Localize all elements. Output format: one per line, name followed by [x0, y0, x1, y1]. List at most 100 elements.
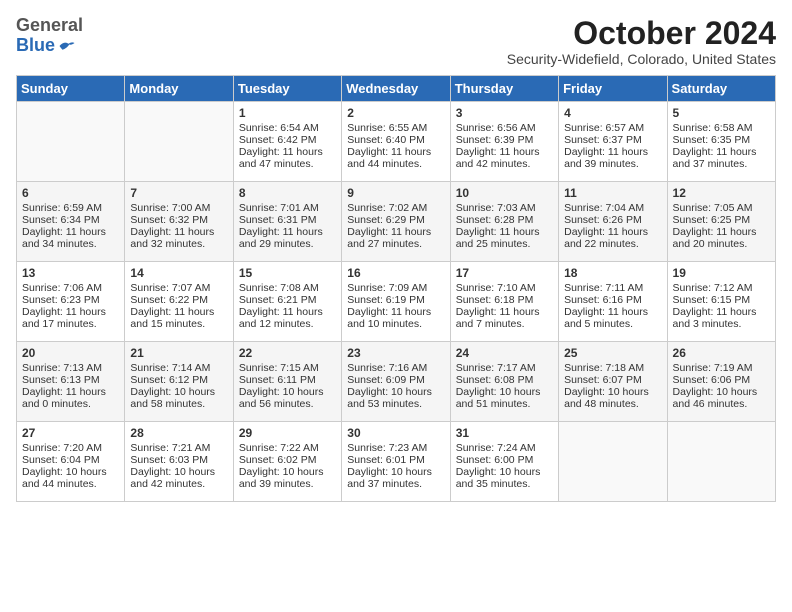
col-thursday: Thursday: [450, 76, 558, 102]
calendar-cell: [667, 422, 775, 502]
day-number: 9: [347, 186, 444, 200]
calendar-week-row: 27Sunrise: 7:20 AMSunset: 6:04 PMDayligh…: [17, 422, 776, 502]
col-tuesday: Tuesday: [233, 76, 341, 102]
day-number: 4: [564, 106, 661, 120]
calendar-cell: 13Sunrise: 7:06 AMSunset: 6:23 PMDayligh…: [17, 262, 125, 342]
sunset-text: Sunset: 6:01 PM: [347, 454, 444, 466]
logo-general: General: [16, 16, 83, 36]
daylight-text: Daylight: 10 hours and 44 minutes.: [22, 466, 119, 490]
daylight-text: Daylight: 10 hours and 39 minutes.: [239, 466, 336, 490]
day-number: 27: [22, 426, 119, 440]
sunset-text: Sunset: 6:39 PM: [456, 134, 553, 146]
calendar-cell: 17 Sunrise: 7:10 AMSunset: 6:18 PMDayligh…: [450, 262, 558, 342]
calendar-cell: 1Sunrise: 6:54 AMSunset: 6:42 PMDaylight…: [233, 102, 341, 182]
sunrise-text: Sunrise: 6:54 AM: [239, 122, 336, 134]
daylight-text: Daylight: 11 hours and 5 minutes.: [564, 306, 661, 330]
calendar-cell: 20 Sunrise: 7:13 AMSunset: 6:13 PMDayligh…: [17, 342, 125, 422]
sunset-text: Sunset: 6:35 PM: [673, 134, 770, 146]
sunrise-text: Sunrise: 7:13 AM: [22, 362, 119, 374]
sunrise-text: Sunrise: 7:17 AM: [456, 362, 553, 374]
daylight-text: Daylight: 11 hours and 20 minutes.: [673, 226, 770, 250]
sunrise-text: Sunrise: 7:01 AM: [239, 202, 336, 214]
day-number: 20: [22, 346, 119, 360]
sunset-text: Sunset: 6:21 PM: [239, 294, 336, 306]
sunset-text: Sunset: 6:12 PM: [130, 374, 227, 386]
page-header: General Blue October 2024 Security-Widef…: [16, 16, 776, 67]
daylight-text: Daylight: 11 hours and 27 minutes.: [347, 226, 444, 250]
sunrise-text: Sunrise: 7:22 AM: [239, 442, 336, 454]
day-number: 8: [239, 186, 336, 200]
sunrise-text: Sunrise: 7:19 AM: [673, 362, 770, 374]
day-number: 30: [347, 426, 444, 440]
daylight-text: Daylight: 10 hours and 46 minutes.: [673, 386, 770, 410]
sunrise-text: Sunrise: 7:21 AM: [130, 442, 227, 454]
logo: General Blue: [16, 16, 83, 56]
sunrise-text: Sunrise: 6:55 AM: [347, 122, 444, 134]
daylight-text: Daylight: 11 hours and 15 minutes.: [130, 306, 227, 330]
daylight-text: Daylight: 11 hours and 22 minutes.: [564, 226, 661, 250]
daylight-text: Daylight: 11 hours and 10 minutes.: [347, 306, 444, 330]
day-number: 29: [239, 426, 336, 440]
calendar-body: 1Sunrise: 6:54 AMSunset: 6:42 PMDaylight…: [17, 102, 776, 502]
daylight-text: Daylight: 10 hours and 56 minutes.: [239, 386, 336, 410]
day-number: 16: [347, 266, 444, 280]
sunrise-text: Sunrise: 7:12 AM: [673, 282, 770, 294]
calendar-cell: 14Sunrise: 7:07 AMSunset: 6:22 PMDayligh…: [125, 262, 233, 342]
calendar-cell: 26Sunrise: 7:19 AMSunset: 6:06 PMDayligh…: [667, 342, 775, 422]
day-number: 23: [347, 346, 444, 360]
logo-blue: Blue: [16, 36, 83, 56]
calendar-cell: 12 Sunrise: 7:05 AMSunset: 6:25 PMDayligh…: [667, 182, 775, 262]
calendar-cell: 24Sunrise: 7:17 AMSunset: 6:08 PMDayligh…: [450, 342, 558, 422]
daylight-text: Daylight: 11 hours and 42 minutes.: [456, 146, 553, 170]
day-number: 28: [130, 426, 227, 440]
calendar-table: Sunday Monday Tuesday Wednesday Thursday…: [16, 75, 776, 502]
day-number: 6: [22, 186, 119, 200]
sunrise-text: Sunrise: 6:57 AM: [564, 122, 661, 134]
daylight-text: Daylight: 11 hours and 37 minutes.: [673, 146, 770, 170]
sunset-text: Sunset: 6:13 PM: [22, 374, 119, 386]
calendar-cell: 15Sunrise: 7:08 AMSunset: 6:21 PMDayligh…: [233, 262, 341, 342]
sunrise-text: Sunrise: 7:05 AM: [673, 202, 770, 214]
daylight-text: Daylight: 11 hours and 34 minutes.: [22, 226, 119, 250]
sunset-text: Sunset: 6:18 PM: [456, 294, 553, 306]
sunrise-text: Sunrise: 7:06 AM: [22, 282, 119, 294]
sunset-text: Sunset: 6:25 PM: [673, 214, 770, 226]
month-title: October 2024: [507, 16, 776, 51]
calendar-cell: 7Sunrise: 7:00 AMSunset: 6:32 PMDaylight…: [125, 182, 233, 262]
day-number: 17: [456, 266, 553, 280]
day-number: 10: [456, 186, 553, 200]
col-sunday: Sunday: [17, 76, 125, 102]
sunrise-text: Sunrise: 7:02 AM: [347, 202, 444, 214]
sunrise-text: Sunrise: 7:03 AM: [456, 202, 553, 214]
sunrise-text: Sunrise: 7:08 AM: [239, 282, 336, 294]
sunrise-text: Sunrise: 7:15 AM: [239, 362, 336, 374]
daylight-text: Daylight: 11 hours and 0 minutes.: [22, 386, 119, 410]
sunrise-text: Sunrise: 7:10 AM: [456, 282, 553, 294]
daylight-text: Daylight: 11 hours and 17 minutes.: [22, 306, 119, 330]
sunset-text: Sunset: 6:19 PM: [347, 294, 444, 306]
sunset-text: Sunset: 6:11 PM: [239, 374, 336, 386]
day-number: 21: [130, 346, 227, 360]
title-block: October 2024 Security-Widefield, Colorad…: [507, 16, 776, 67]
sunset-text: Sunset: 6:23 PM: [22, 294, 119, 306]
sunrise-text: Sunrise: 7:24 AM: [456, 442, 553, 454]
day-number: 12: [673, 186, 770, 200]
daylight-text: Daylight: 11 hours and 7 minutes.: [456, 306, 553, 330]
daylight-text: Daylight: 10 hours and 37 minutes.: [347, 466, 444, 490]
sunset-text: Sunset: 6:07 PM: [564, 374, 661, 386]
day-number: 22: [239, 346, 336, 360]
location: Security-Widefield, Colorado, United Sta…: [507, 51, 776, 67]
day-number: 24: [456, 346, 553, 360]
calendar-cell: 8Sunrise: 7:01 AMSunset: 6:31 PMDaylight…: [233, 182, 341, 262]
calendar-cell: [17, 102, 125, 182]
sunset-text: Sunset: 6:42 PM: [239, 134, 336, 146]
calendar-cell: 27Sunrise: 7:20 AMSunset: 6:04 PMDayligh…: [17, 422, 125, 502]
daylight-text: Daylight: 10 hours and 42 minutes.: [130, 466, 227, 490]
sunrise-text: Sunrise: 7:14 AM: [130, 362, 227, 374]
sunset-text: Sunset: 6:22 PM: [130, 294, 227, 306]
day-number: 26: [673, 346, 770, 360]
daylight-text: Daylight: 11 hours and 29 minutes.: [239, 226, 336, 250]
calendar-cell: 28Sunrise: 7:21 AMSunset: 6:03 PMDayligh…: [125, 422, 233, 502]
sunset-text: Sunset: 6:02 PM: [239, 454, 336, 466]
calendar-cell: 6Sunrise: 6:59 AMSunset: 6:34 PMDaylight…: [17, 182, 125, 262]
